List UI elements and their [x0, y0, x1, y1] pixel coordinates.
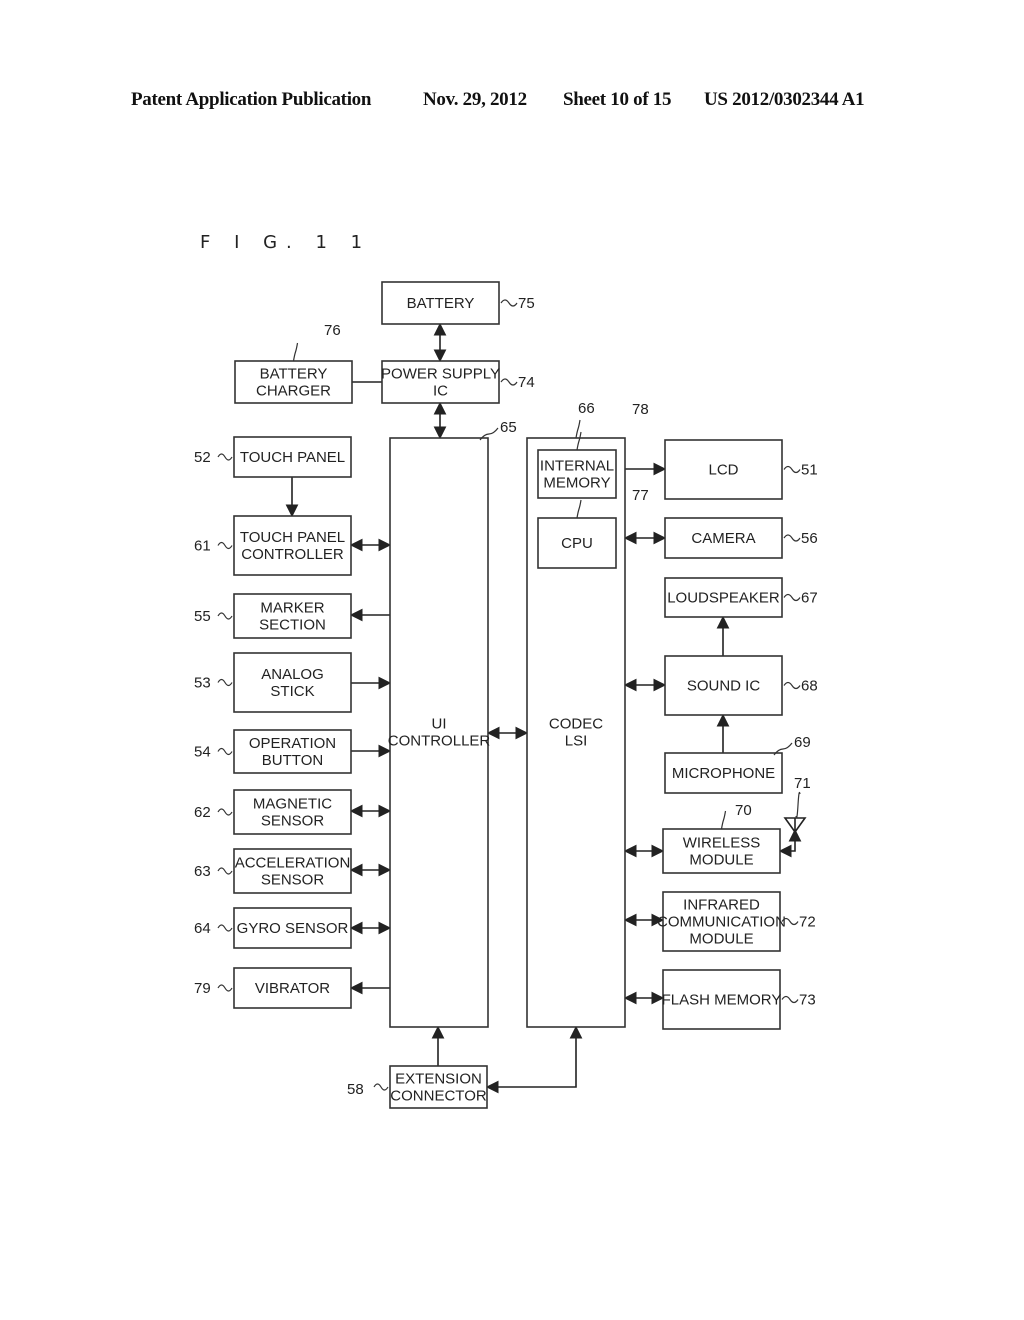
- ref-numeral-camera: 56: [801, 530, 818, 547]
- leader-squiggle: [783, 593, 801, 602]
- block-label-sound-ic: SOUND IC: [687, 678, 761, 695]
- block-label-power-supply-ic: POWER SUPPLY: [381, 366, 500, 383]
- block-label-battery-charger: CHARGER: [256, 383, 331, 400]
- ref-numeral-marker-section: 55: [194, 608, 211, 625]
- leader-squiggle: [781, 995, 799, 1004]
- block-label-magnetic-sensor: MAGNETIC: [253, 796, 332, 813]
- block-label-marker-section: SECTION: [259, 617, 326, 634]
- block-label-acceleration-sensor: ACCELERATION: [235, 855, 351, 872]
- ref-numeral-microphone: 69: [794, 734, 811, 751]
- ref-numeral-battery-charger: 76: [324, 322, 341, 339]
- leader-squiggle: [217, 924, 233, 932]
- block-label-magnetic-sensor: SENSOR: [261, 813, 325, 830]
- leader-squiggle: [292, 342, 299, 362]
- leader-squiggle: [217, 541, 233, 550]
- block-label-gyro-sensor: GYRO SENSOR: [237, 920, 349, 937]
- leader-squiggle: [217, 678, 233, 687]
- ref-numeral-analog-stick: 53: [194, 675, 211, 692]
- leader-squiggle: [720, 810, 727, 830]
- leader-squiggle: [217, 984, 233, 992]
- leader-squiggle: [783, 681, 801, 690]
- ref-numeral-antenna: 71: [794, 775, 811, 792]
- block-label-ui-controller: UI: [432, 716, 447, 733]
- block-label-microphone: MICROPHONE: [672, 765, 775, 782]
- ref-numeral-cpu: 77: [632, 487, 649, 504]
- block-label-battery: BATTERY: [407, 295, 475, 312]
- ref-numeral-power-supply-ic: 74: [518, 374, 535, 391]
- block-label-analog-stick: ANALOG: [261, 666, 324, 683]
- leader-squiggle: [217, 612, 233, 620]
- block-label-battery-charger: BATTERY: [260, 366, 328, 383]
- antenna-icon: [783, 817, 807, 834]
- block-label-ui-controller: CONTROLLER: [388, 733, 491, 750]
- leader-squiggle: [795, 791, 801, 819]
- ref-numeral-codec-lsi: 66: [578, 400, 595, 417]
- block-label-acceleration-sensor: SENSOR: [261, 872, 325, 889]
- block-label-marker-section: MARKER: [260, 600, 324, 617]
- block-label-power-supply-ic: IC: [433, 383, 448, 400]
- block-label-lcd: LCD: [708, 462, 738, 479]
- leader-squiggle: [500, 299, 518, 307]
- ref-numeral-extension-connector: 58: [347, 1081, 364, 1098]
- ref-numeral-magnetic-sensor: 62: [194, 804, 211, 821]
- antenna-feed: [778, 828, 802, 858]
- ref-numeral-acceleration-sensor: 63: [194, 863, 211, 880]
- leader-squiggle: [783, 465, 801, 474]
- leader-squiggle: [783, 534, 801, 542]
- ref-numeral-flash-memory: 73: [799, 992, 816, 1009]
- block-label-infrared-module: INFRARED: [683, 897, 760, 914]
- block-label-codec-lsi: LSI: [565, 733, 588, 750]
- ref-numeral-touch-panel-controller: 61: [194, 538, 211, 555]
- block-label-infrared-module: MODULE: [689, 931, 753, 948]
- blocks: BATTERYBATTERYCHARGERPOWER SUPPLYICUICON…: [233, 281, 786, 1109]
- block-label-vibrator: VIBRATOR: [255, 980, 330, 997]
- block-label-touch-panel: TOUCH PANEL: [240, 449, 345, 466]
- ref-numeral-operation-button: 54: [194, 744, 211, 761]
- ref-numeral-battery: 75: [518, 295, 535, 312]
- leader-squiggle: [217, 867, 233, 875]
- ref-numeral-ui-controller: 65: [500, 419, 517, 436]
- ref-numeral-gyro-sensor: 64: [194, 920, 211, 937]
- block-label-extension-connector: EXTENSION: [395, 1071, 482, 1088]
- ref-numeral-wireless-module: 70: [735, 802, 752, 819]
- ref-numeral-loudspeaker: 67: [801, 590, 818, 607]
- ref-numeral-lcd: 51: [801, 462, 818, 479]
- leader-squiggle: [217, 747, 233, 756]
- block-label-codec-lsi: CODEC: [549, 716, 603, 733]
- block-label-camera: CAMERA: [691, 530, 755, 547]
- leader-squiggle: [500, 378, 518, 386]
- block-label-cpu: CPU: [561, 535, 593, 552]
- block-label-loudspeaker: LOUDSPEAKER: [667, 590, 780, 607]
- leader-squiggle: [575, 419, 581, 439]
- block-label-operation-button: BUTTON: [262, 752, 323, 769]
- block-label-operation-button: OPERATION: [249, 735, 336, 752]
- ref-numeral-vibrator: 79: [194, 980, 211, 997]
- block-label-touch-panel-controller: CONTROLLER: [241, 546, 344, 563]
- leader-squiggle: [217, 808, 233, 816]
- arrow-ext-codec: [485, 1025, 583, 1094]
- ref-numeral-touch-panel: 52: [194, 449, 211, 466]
- leader-squiggle: [373, 1083, 389, 1091]
- block-label-extension-connector: CONNECTOR: [390, 1088, 487, 1105]
- ref-numeral-internal-memory: 78: [632, 401, 649, 418]
- ref-numeral-infrared-module: 72: [799, 914, 816, 931]
- block-label-internal-memory: MEMORY: [543, 475, 610, 492]
- block-label-infrared-module: COMMUNICATION: [657, 914, 786, 931]
- leader-squiggle: [217, 453, 233, 461]
- block-label-wireless-module: MODULE: [689, 852, 753, 869]
- block-label-wireless-module: WIRELESS: [683, 835, 761, 852]
- block-diagram: BATTERYBATTERYCHARGERPOWER SUPPLYICUICON…: [194, 281, 818, 1109]
- block-label-internal-memory: INTERNAL: [540, 458, 614, 475]
- ref-numeral-sound-ic: 68: [801, 678, 818, 695]
- block-label-analog-stick: STICK: [270, 683, 314, 700]
- block-label-flash-memory: FLASH MEMORY: [662, 992, 782, 1009]
- block-label-touch-panel-controller: TOUCH PANEL: [240, 529, 345, 546]
